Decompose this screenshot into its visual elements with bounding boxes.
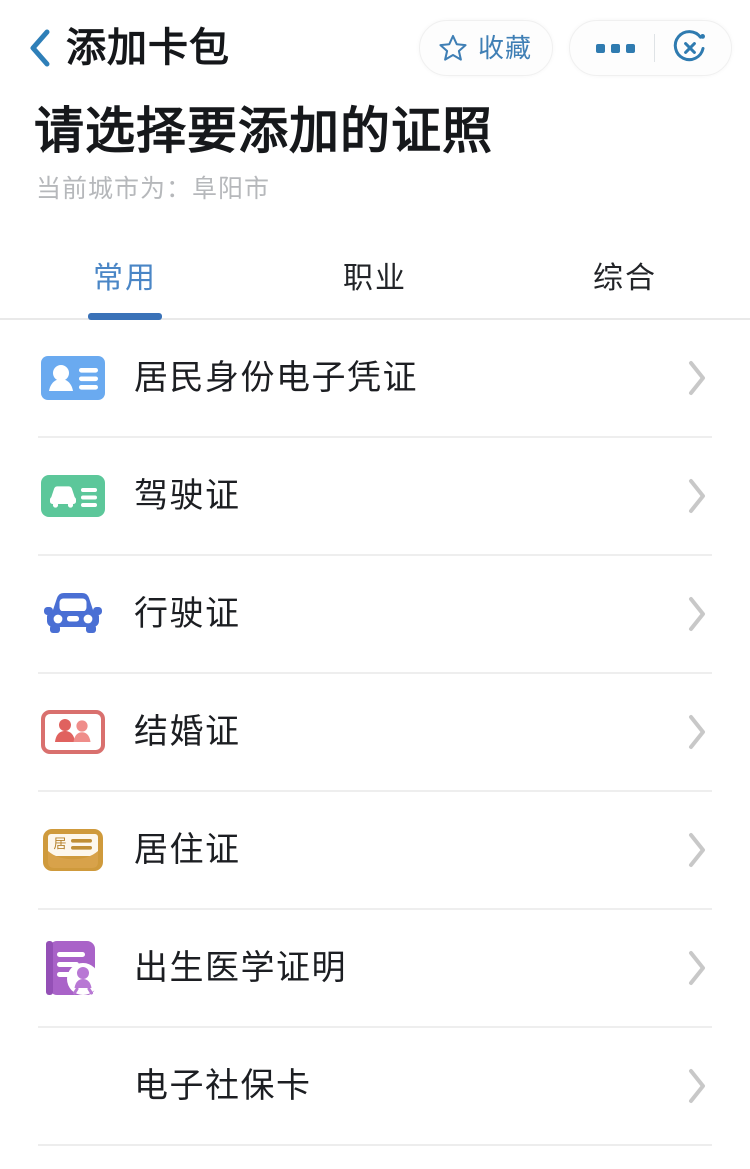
favorite-button[interactable]: 收藏 — [418, 20, 553, 76]
tab-zonghe[interactable]: 综合 — [500, 240, 750, 318]
list-item[interactable]: 电子社保卡 — [38, 1028, 712, 1146]
nav-left-group: 添加卡包 — [26, 28, 230, 68]
id-card-icon — [38, 343, 108, 413]
list-item[interactable]: 驾驶证 — [38, 438, 712, 556]
chevron-left-icon[interactable] — [26, 28, 52, 68]
svg-text:居: 居 — [53, 837, 66, 852]
favorite-label: 收藏 — [477, 33, 532, 63]
chevron-right-icon — [686, 595, 708, 633]
star-icon — [438, 33, 468, 63]
chevron-right-icon — [686, 831, 708, 869]
page-head: 请选择要添加的证照 当前城市为：阜阳市 — [0, 96, 750, 202]
list-item[interactable]: 居民身份电子凭证 — [38, 320, 712, 438]
list-item-label: 结婚证 — [134, 713, 241, 751]
capsule-divider — [654, 34, 655, 62]
tab-changyong[interactable]: 常用 — [0, 240, 250, 320]
marriage-certificate-icon — [38, 697, 108, 767]
tab-label: 常用 — [93, 262, 157, 295]
list-item-label: 行驶证 — [134, 595, 241, 633]
page-title: 添加卡包 — [66, 26, 230, 70]
close-circle-icon[interactable] — [663, 28, 717, 68]
category-tabs: 常用 职业 综合 — [0, 240, 750, 320]
dot-1 — [595, 43, 605, 53]
list-item-label: 出生医学证明 — [134, 949, 347, 987]
dot-3 — [625, 43, 635, 53]
page-heading: 请选择要添加的证照 — [34, 103, 493, 159]
header-action-capsule — [569, 20, 732, 76]
current-city-label: 当前城市为：阜阳市 — [36, 175, 271, 203]
residence-permit-icon: 居 — [38, 815, 108, 885]
tab-label: 职业 — [343, 262, 407, 295]
header-capsule-group: 收藏 — [418, 20, 732, 76]
list-item[interactable]: 出生医学证明 — [38, 910, 712, 1028]
list-item-label: 电子社保卡 — [134, 1067, 312, 1105]
list-item-label: 居住证 — [134, 831, 241, 869]
tab-active-underline — [88, 313, 162, 320]
chevron-right-icon — [686, 359, 708, 397]
chevron-right-icon — [686, 949, 708, 987]
birth-certificate-icon — [38, 933, 108, 1003]
certificate-list: 居民身份电子凭证 驾驶证 行驶证 结婚证 居 居住证 出生医学证明 电子社保卡 — [0, 320, 750, 1146]
app-header: 添加卡包 收藏 — [0, 0, 750, 96]
list-item-label: 居民身份电子凭证 — [134, 359, 418, 397]
chevron-right-icon — [686, 477, 708, 515]
list-item[interactable]: 居 居住证 — [38, 792, 712, 910]
list-item-label: 驾驶证 — [134, 477, 241, 515]
list-item[interactable]: 结婚证 — [38, 674, 712, 792]
tab-label: 综合 — [593, 262, 657, 295]
list-item[interactable]: 行驶证 — [38, 556, 712, 674]
chevron-right-icon — [686, 713, 708, 751]
driver-license-icon — [38, 461, 108, 531]
vehicle-license-car-icon — [38, 579, 108, 649]
tab-zhiye[interactable]: 职业 — [250, 240, 500, 318]
dot-2 — [610, 43, 620, 53]
chevron-right-icon — [686, 1067, 708, 1105]
social-security-card-icon-placeholder — [38, 1051, 108, 1121]
more-dots-icon[interactable] — [584, 43, 646, 53]
